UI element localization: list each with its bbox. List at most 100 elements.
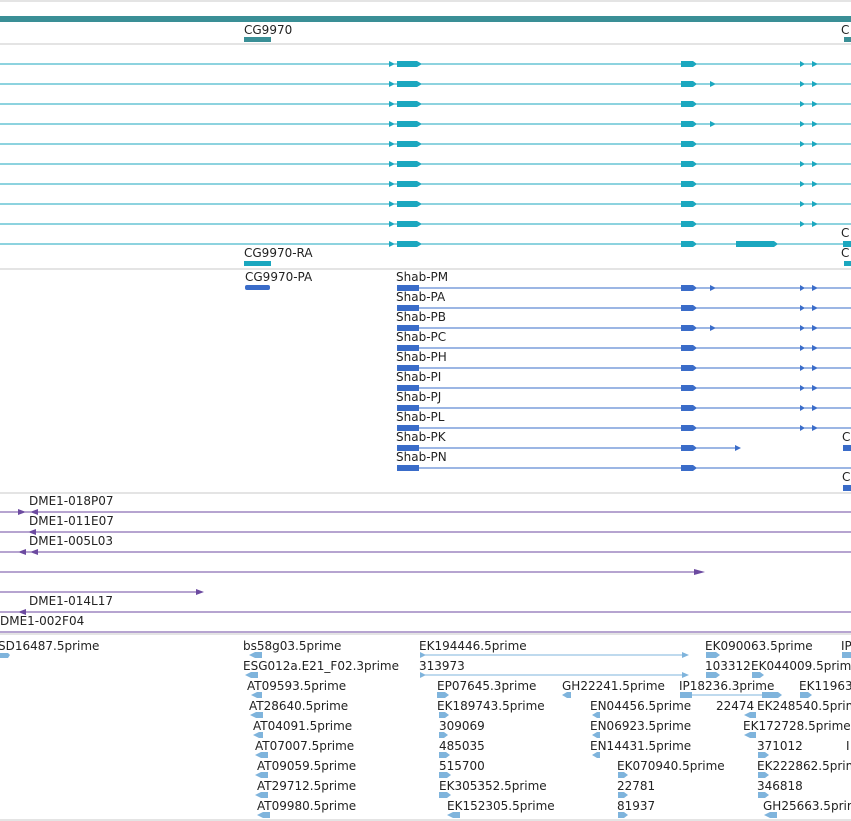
est-label[interactable]: EK172728.5prime <box>743 719 851 733</box>
est-label[interactable]: 103312 <box>705 659 751 673</box>
est-label[interactable]: EK070940.5prime <box>617 759 725 773</box>
est-labels: SD16487.5prime bs58g03.5prime EK194446.5… <box>0 639 851 813</box>
transcript-feature[interactable] <box>0 121 851 127</box>
est-label[interactable]: AT28640.5prime <box>249 699 348 713</box>
transcript-label[interactable]: C <box>841 226 849 240</box>
est-label[interactable]: IP <box>841 639 851 653</box>
est-label[interactable]: GH25663.5prime <box>763 799 851 813</box>
est-label[interactable]: AT09059.5prime <box>257 759 356 773</box>
est-label[interactable]: AT29712.5prime <box>257 779 356 793</box>
protein-label[interactable]: Shab-PN <box>396 450 447 464</box>
clone-label[interactable]: DME1-011E07 <box>29 514 114 528</box>
protein-feature[interactable] <box>397 365 851 371</box>
protein-label[interactable]: Shab-PH <box>396 350 447 364</box>
est-feature[interactable] <box>0 653 10 658</box>
protein-feature[interactable] <box>843 485 851 491</box>
protein-label[interactable]: Shab-PL <box>396 410 445 424</box>
transcripts-track <box>0 61 851 266</box>
est-label[interactable]: GH22241.5prime <box>562 679 665 693</box>
protein-feature[interactable] <box>397 345 851 351</box>
est-label[interactable]: EN06923.5prime <box>590 719 691 733</box>
protein-feature[interactable] <box>397 445 851 451</box>
est-label[interactable]: 515700 <box>439 759 485 773</box>
clone-feature[interactable] <box>0 509 851 515</box>
est-label[interactable]: ESG012a.E21_F02.3prime <box>243 659 399 673</box>
est-label[interactable]: EK11963 <box>799 679 851 693</box>
est-label[interactable]: SD16487.5prime <box>0 639 99 653</box>
protein-label[interactable]: Shab-PK <box>396 430 447 444</box>
transcript-feature[interactable] <box>0 201 851 207</box>
transcript-feature[interactable] <box>0 61 851 67</box>
est-label[interactable]: 22474 <box>716 699 754 713</box>
gene-feature[interactable] <box>844 37 851 42</box>
clone-label[interactable]: DME1-002F04 <box>0 614 84 628</box>
est-label[interactable]: EN14431.5prime <box>590 739 691 753</box>
protein-label[interactable]: Shab-PB <box>396 310 446 324</box>
est-label[interactable]: 81937 <box>617 799 655 813</box>
est-label[interactable]: 485035 <box>439 739 485 753</box>
est-label[interactable]: EK090063.5prime <box>705 639 813 653</box>
transcript-feature[interactable] <box>0 221 851 227</box>
est-label[interactable]: 309069 <box>439 719 485 733</box>
transcript-feature[interactable] <box>0 181 851 187</box>
transcript-feature[interactable] <box>0 241 851 247</box>
est-label[interactable]: I <box>846 739 850 753</box>
transcript-feature[interactable] <box>0 101 851 107</box>
protein-label[interactable]: Shab-PM <box>396 270 448 284</box>
protein-label[interactable]: Shab-PA <box>396 290 446 304</box>
protein-label[interactable]: Shab-PC <box>396 330 446 344</box>
gene-label[interactable]: CG9970 <box>244 23 292 37</box>
protein-feature[interactable] <box>397 405 851 411</box>
est-label[interactable]: 371012 <box>757 739 803 753</box>
protein-label[interactable]: CG9970-PA <box>245 270 313 284</box>
protein-feature[interactable] <box>397 425 851 431</box>
clone-label[interactable]: DME1-014L17 <box>29 594 113 608</box>
transcript-feature[interactable] <box>0 81 851 87</box>
transcript-feature[interactable] <box>244 261 271 266</box>
protein-feature[interactable] <box>397 305 851 311</box>
est-label[interactable]: EN04456.5prime <box>590 699 691 713</box>
clone-feature[interactable] <box>0 529 851 535</box>
est-label[interactable]: EK305352.5prime <box>439 779 547 793</box>
est-label[interactable]: 313973 <box>419 659 465 673</box>
protein-feature[interactable] <box>397 465 851 471</box>
clone-feature[interactable] <box>0 569 705 575</box>
protein-feature[interactable] <box>245 285 270 290</box>
est-label[interactable]: EP07645.3prime <box>437 679 536 693</box>
est-label[interactable]: EK189743.5prime <box>437 699 545 713</box>
est-label[interactable]: EK248540.5prime <box>757 699 851 713</box>
est-label[interactable]: AT09593.5prime <box>247 679 346 693</box>
est-label[interactable]: 22781 <box>617 779 655 793</box>
est-label[interactable]: EK044009.5prime <box>751 659 851 673</box>
est-label[interactable]: AT07007.5prime <box>255 739 354 753</box>
clone-feature[interactable] <box>0 549 851 555</box>
transcript-label[interactable]: C <box>841 246 849 260</box>
protein-feature[interactable] <box>397 385 851 391</box>
gene-label[interactable]: C <box>841 23 849 37</box>
protein-feature[interactable] <box>397 285 851 291</box>
protein-label[interactable]: C <box>842 470 850 484</box>
transcript-feature[interactable] <box>0 161 851 167</box>
protein-label[interactable]: Shab-PI <box>396 370 441 384</box>
est-label[interactable]: 346818 <box>757 779 803 793</box>
est-label[interactable]: AT09980.5prime <box>257 799 356 813</box>
gene-feature[interactable] <box>244 37 271 42</box>
est-label[interactable]: IP18236.3prime <box>679 679 774 693</box>
est-label[interactable]: EK152305.5prime <box>447 799 555 813</box>
protein-feature[interactable] <box>397 325 851 331</box>
est-label[interactable]: EK194446.5prime <box>419 639 527 653</box>
est-label[interactable]: EK222862.5prime <box>757 759 851 773</box>
ests-track <box>0 652 851 818</box>
clone-feature[interactable] <box>0 609 851 615</box>
transcript-label[interactable]: CG9970-RA <box>244 246 313 260</box>
est-label[interactable]: AT04091.5prime <box>253 719 352 733</box>
clones-track <box>0 509 851 633</box>
transcript-feature[interactable] <box>844 261 851 266</box>
est-label[interactable]: bs58g03.5prime <box>243 639 341 653</box>
protein-label[interactable]: C <box>842 430 850 444</box>
gene-span-bar[interactable] <box>0 16 851 22</box>
protein-label[interactable]: Shab-PJ <box>396 390 441 404</box>
transcript-feature[interactable] <box>0 141 851 147</box>
clone-label[interactable]: DME1-005L03 <box>29 534 113 548</box>
clone-label[interactable]: DME1-018P07 <box>29 494 114 508</box>
